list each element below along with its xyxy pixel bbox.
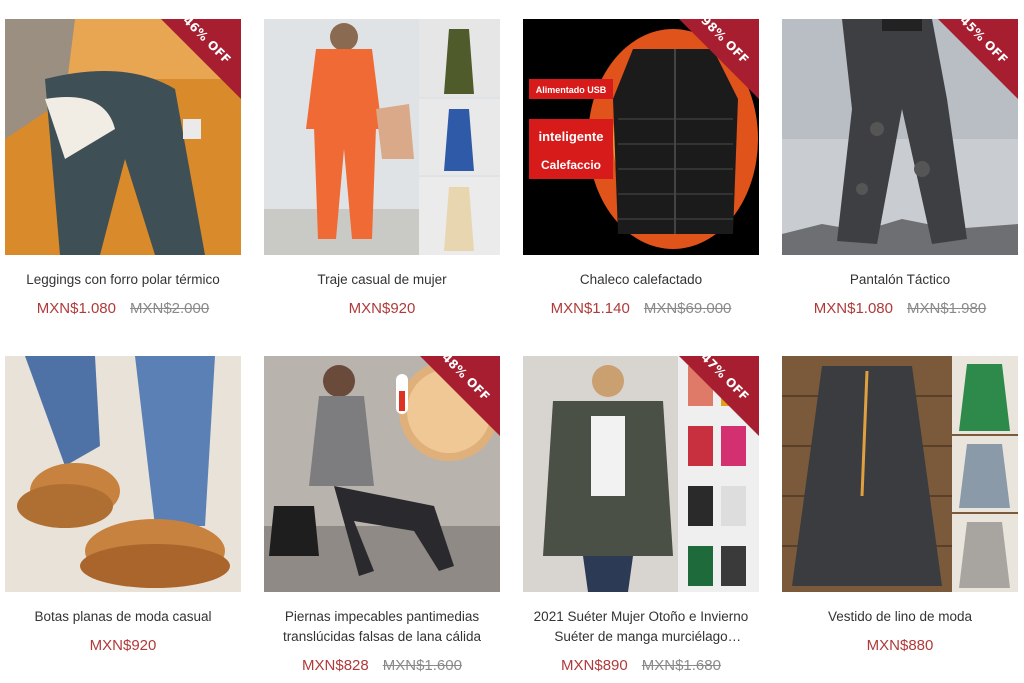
product-prices: MXN$880 <box>782 637 1018 654</box>
sale-price: MXN$920 <box>89 637 157 654</box>
discount-badge: 46% OFF <box>161 19 241 99</box>
product-card[interactable]: 46% OFF Leggings con forro polar térmico… <box>5 19 241 317</box>
product-prices: MXN$1.080 MXN$2.000 <box>5 300 241 317</box>
product-prices: MXN$828 MXN$1.600 <box>264 657 500 674</box>
product-prices: MXN$890 MXN$1.680 <box>523 657 759 674</box>
sale-price: MXN$828 <box>302 657 369 674</box>
product-image[interactable] <box>782 356 1018 592</box>
product-card[interactable]: Vestido de lino de moda MXN$880 <box>782 356 1018 654</box>
discount-badge: 98% OFF <box>679 19 759 99</box>
sale-price: MXN$1.140 <box>550 300 630 317</box>
linen-dress-photo <box>782 356 1018 592</box>
product-image[interactable]: 48% OFF <box>264 356 500 592</box>
product-card[interactable]: 47% OFF 2021 Suéter Mujer Otoño e Invier… <box>523 356 759 674</box>
sale-price: MXN$1.080 <box>36 300 116 317</box>
product-image[interactable] <box>5 356 241 592</box>
tracksuit-photo <box>264 19 500 255</box>
product-card[interactable]: Traje casual de mujer MXN$920 <box>264 19 500 317</box>
product-title[interactable]: Traje casual de mujer <box>264 270 500 290</box>
product-title[interactable]: Pantalón Táctico <box>782 270 1018 290</box>
boots-photo <box>5 356 241 592</box>
product-title[interactable]: Vestido de lino de moda <box>782 607 1018 627</box>
product-image[interactable]: Alimentado USB inteligente Calefaccio 98… <box>523 19 759 255</box>
product-image[interactable]: 45% OFF <box>782 19 1018 255</box>
sale-price: MXN$890 <box>561 657 628 674</box>
product-card[interactable]: 45% OFF Pantalón Táctico MXN$1.080 MXN$1.… <box>782 19 1018 317</box>
product-image[interactable]: 47% OFF <box>523 356 759 592</box>
usb-label: Alimentado USB <box>536 85 607 95</box>
product-prices: MXN$920 <box>5 637 241 654</box>
heat-label: Calefaccio <box>541 158 601 172</box>
discount-badge: 47% OFF <box>679 356 759 436</box>
discount-badge: 45% OFF <box>938 19 1018 99</box>
product-prices: MXN$1.140 MXN$69.000 <box>523 300 759 317</box>
original-price: MXN$1.980 <box>907 300 987 317</box>
product-image[interactable] <box>264 19 500 255</box>
product-title[interactable]: Chaleco calefactado <box>523 270 759 290</box>
product-card[interactable]: Botas planas de moda casual MXN$920 <box>5 356 241 654</box>
product-title[interactable]: 2021 Suéter Mujer Otoño e Invierno Suéte… <box>523 607 759 647</box>
sale-price: MXN$880 <box>866 637 934 654</box>
product-prices: MXN$1.080 MXN$1.980 <box>782 300 1018 317</box>
product-title[interactable]: Leggings con forro polar térmico <box>5 270 241 290</box>
sale-price: MXN$1.080 <box>813 300 893 317</box>
product-image[interactable]: 46% OFF <box>5 19 241 255</box>
product-card[interactable]: 48% OFF Piernas impecables pantimedias t… <box>264 356 500 674</box>
original-price: MXN$69.000 <box>643 300 732 317</box>
product-prices: MXN$920 <box>264 300 500 317</box>
original-price: MXN$1.600 <box>382 657 462 674</box>
original-price: MXN$2.000 <box>130 300 210 317</box>
product-card[interactable]: Alimentado USB inteligente Calefaccio 98… <box>523 19 759 317</box>
sale-price: MXN$920 <box>348 300 416 317</box>
discount-badge: 48% OFF <box>420 356 500 436</box>
smart-label: inteligente <box>538 129 603 144</box>
original-price: MXN$1.680 <box>641 657 721 674</box>
product-title[interactable]: Botas planas de moda casual <box>5 607 241 627</box>
product-title[interactable]: Piernas impecables pantimedias translúci… <box>264 607 500 647</box>
